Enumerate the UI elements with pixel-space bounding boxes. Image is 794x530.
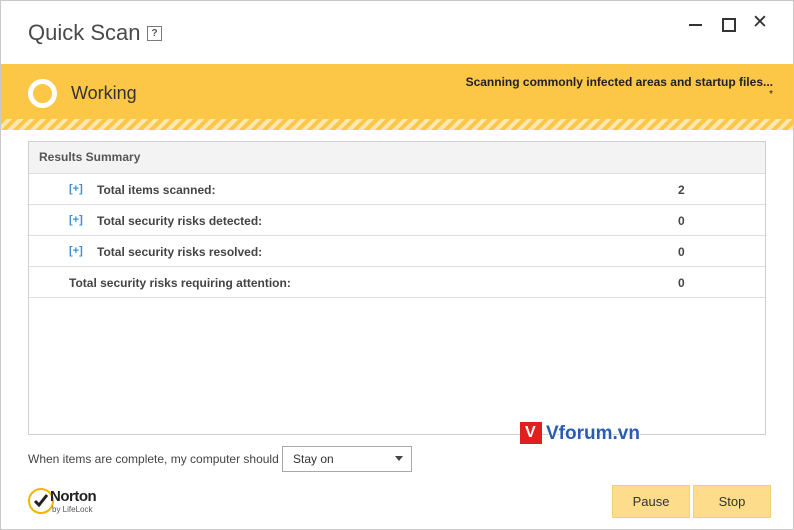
close-icon: ✕ — [752, 12, 768, 33]
result-value: 0 — [678, 214, 685, 228]
status-banner: Working Scanning commonly infected areas… — [1, 64, 793, 119]
maximize-button[interactable] — [719, 15, 737, 33]
result-value: 2 — [678, 183, 685, 197]
result-row-risks-detected: [+] Total security risks detected: 0 — [29, 205, 765, 236]
maximize-icon — [722, 18, 736, 32]
result-label: Total items scanned: — [97, 183, 216, 197]
minimize-button[interactable] — [687, 15, 705, 33]
expand-button[interactable]: [+] — [69, 214, 83, 226]
stop-button[interactable]: Stop — [693, 485, 771, 518]
pause-button[interactable]: Pause — [612, 485, 690, 518]
status-stripes — [1, 119, 793, 130]
watermark-text: Vforum.vn — [546, 423, 640, 444]
result-label: Total security risks detected: — [97, 214, 263, 228]
chevron-down-icon — [395, 456, 403, 461]
completion-action-select[interactable]: Stay on — [282, 446, 412, 472]
close-button[interactable]: ✕ — [751, 12, 769, 33]
completion-action-label: When items are complete, my computer sho… — [28, 452, 279, 466]
result-row-requiring-attention: Total security risks requiring attention… — [29, 267, 765, 298]
status-state: Working — [71, 83, 137, 103]
results-summary-panel: Results Summary [+] Total items scanned:… — [28, 141, 766, 435]
norton-logo: Norton by LifeLock — [28, 488, 114, 516]
logo-subtitle: by LifeLock — [52, 505, 93, 514]
result-value: 0 — [678, 245, 685, 259]
minimize-icon — [689, 24, 702, 26]
watermark: V Vforum.vn — [520, 422, 670, 448]
help-button[interactable]: ? — [147, 26, 162, 41]
status-detail: Scanning commonly infected areas and sta… — [465, 75, 773, 89]
expand-button[interactable]: [+] — [69, 245, 83, 257]
results-header: Results Summary — [29, 142, 765, 174]
result-value: 0 — [678, 276, 685, 290]
status-marker: * — [769, 89, 773, 100]
window-controls: ✕ — [687, 12, 769, 33]
window-title: Quick Scan — [28, 20, 141, 45]
result-label: Total security risks resolved: — [97, 245, 263, 259]
expand-button[interactable]: [+] — [69, 183, 83, 195]
progress-ring-icon — [28, 79, 57, 108]
result-row-risks-resolved: [+] Total security risks resolved: 0 — [29, 236, 765, 267]
logo-wordmark: Norton — [50, 488, 97, 505]
watermark-mark: V — [520, 422, 542, 444]
result-label: Total security risks requiring attention… — [69, 276, 291, 290]
select-value: Stay on — [293, 452, 334, 466]
result-row-items-scanned: [+] Total items scanned: 2 — [29, 174, 765, 205]
